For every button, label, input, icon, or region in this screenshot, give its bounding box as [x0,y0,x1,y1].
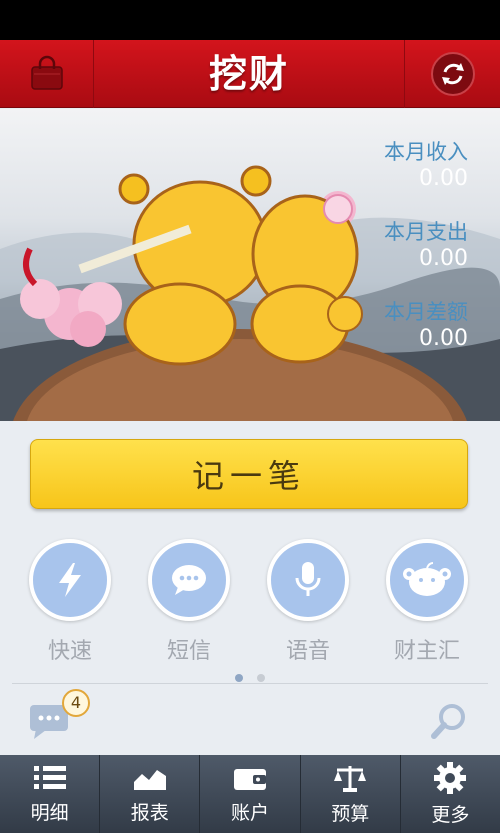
quick-action-label: 快速 [47,639,92,664]
list-icon [33,765,66,789]
tab-more[interactable]: 更多 [401,755,500,833]
microphone-icon [295,562,321,596]
balance-label: 本月差额 [384,300,468,324]
wallet-icon [234,768,266,790]
tab-label: 报表 [130,801,169,824]
message-count-badge: 4 [62,689,90,717]
main-panel: 记一笔 快速 短信 语音 财主汇 4 [0,421,500,755]
tab-label: 预算 [331,802,370,825]
page-dot-active [235,674,244,682]
quick-actions: 快速 短信 语音 财主汇 [0,539,500,669]
balance-value: 0.00 [419,326,468,351]
monthly-stats: 本月收入 0.00 本月支出 0.00 本月差额 0.00 [308,139,468,379]
quick-action-label: 财主汇 [393,639,460,664]
tab-reports[interactable]: 报表 [100,755,201,833]
sync-button[interactable] [404,40,500,108]
gear-icon [434,761,467,794]
expense-value: 0.00 [419,246,468,271]
chart-icon [133,769,166,790]
quick-action-label: 短信 [166,639,211,664]
chat-bubble-icon [172,565,206,595]
page-dot [256,674,265,682]
expense-label: 本月支出 [384,220,468,244]
search-button[interactable] [430,701,470,741]
status-bar [0,0,500,40]
tab-label: 明细 [30,801,69,824]
quick-action-fast[interactable]: 快速 [20,539,120,665]
quick-action-label: 语音 [285,639,330,664]
tab-details[interactable]: 明细 [0,755,101,833]
search-icon [431,704,465,739]
tab-label: 更多 [431,803,470,826]
divider [12,683,488,684]
lightning-icon [59,563,81,597]
tab-accounts[interactable]: 账户 [200,755,301,833]
record-button[interactable]: 记一笔 [30,439,468,509]
app-title: 挖财 [208,52,289,96]
scale-icon [334,765,367,792]
messages-button[interactable]: 4 [28,689,90,747]
tab-label: 账户 [231,801,270,824]
income-label: 本月收入 [384,140,468,164]
quick-action-sms[interactable]: 短信 [139,539,239,665]
bottom-tab-bar: 明细 报表 账户 预算 更多 [0,755,500,833]
mascot-icon [403,562,451,596]
quick-action-voice[interactable]: 语音 [258,539,358,665]
tab-budget[interactable]: 预算 [301,755,401,833]
income-value: 0.00 [419,166,468,191]
shopping-bag-icon [30,55,63,90]
shop-button[interactable] [0,40,94,108]
refresh-icon [441,63,464,85]
title-bar: 挖财 [0,40,500,108]
quick-action-community[interactable]: 财主汇 [377,539,477,665]
banner: 本月收入 0.00 本月支出 0.00 本月差额 0.00 [0,109,500,421]
